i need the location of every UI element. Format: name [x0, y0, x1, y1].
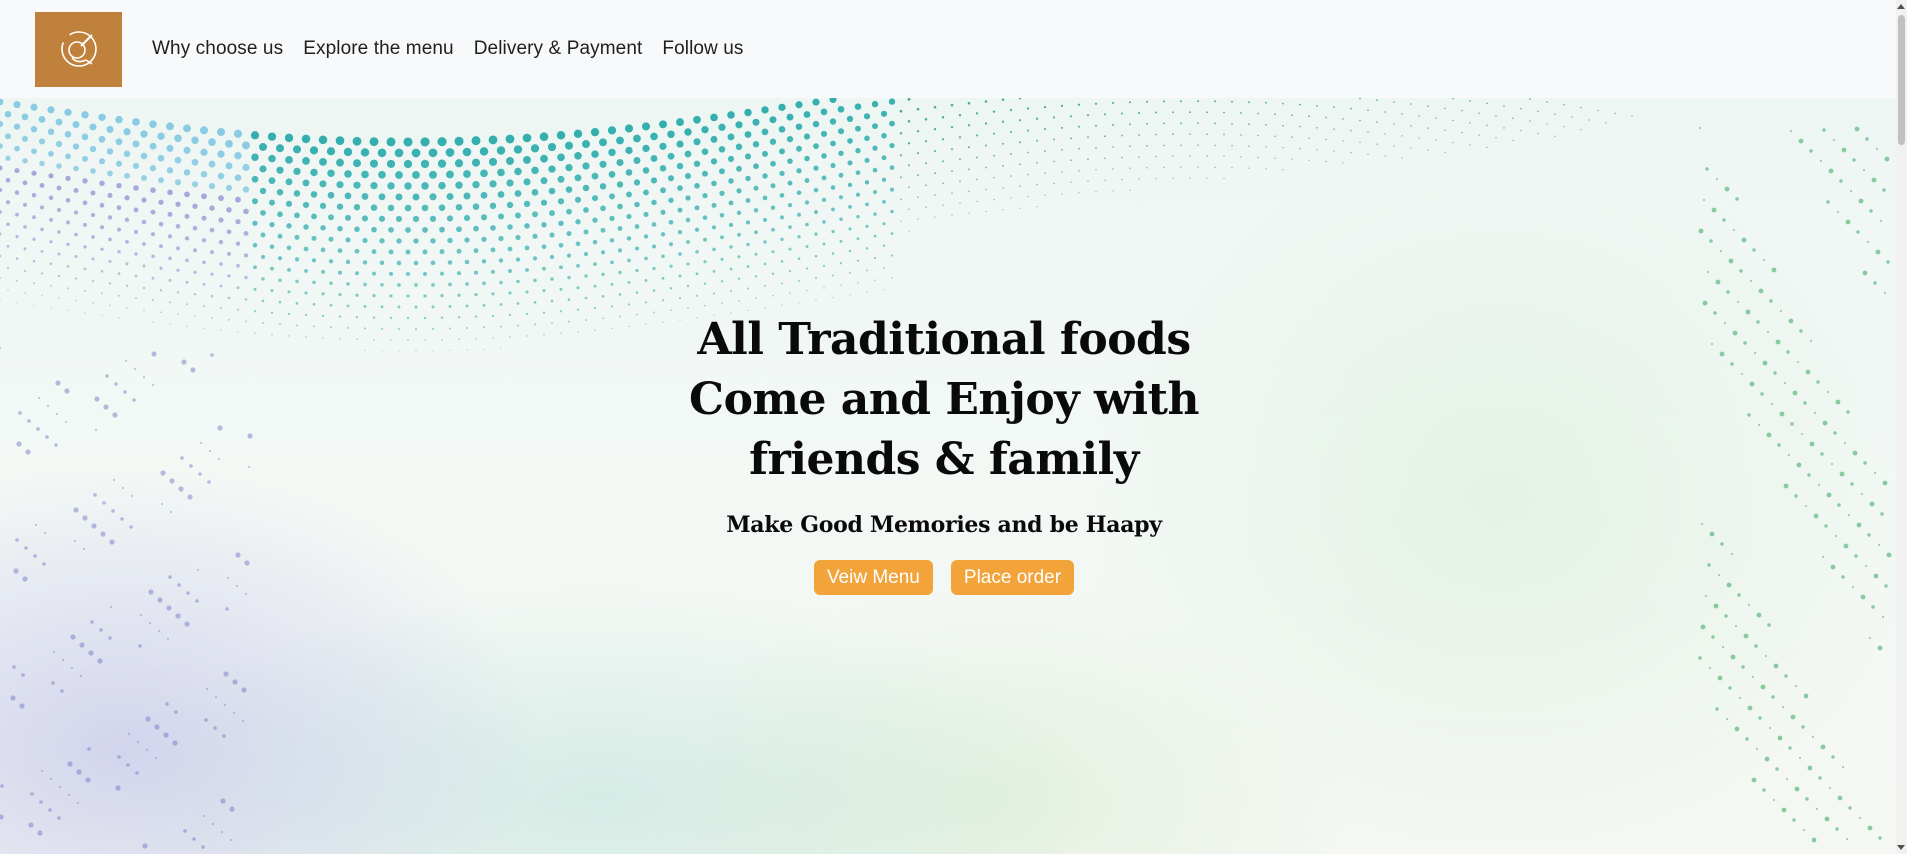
dish-utensils-icon [60, 31, 97, 67]
nav-links: Why choose us Explore the menu Delivery … [142, 38, 754, 60]
navbar: Why choose us Explore the menu Delivery … [0, 0, 1896, 98]
hero-title-line: All Traditional foods [697, 314, 1191, 365]
hero-subtitle: Make Good Memories and be Haapy [726, 512, 1162, 538]
nav-link-follow-us[interactable]: Follow us [652, 38, 753, 60]
hero-content: All Traditional foods Come and Enjoy wit… [0, 310, 1888, 595]
hero-title-line: Come and Enjoy with [689, 374, 1199, 425]
logo[interactable] [35, 11, 122, 87]
view-menu-button[interactable]: Veiw Menu [813, 560, 933, 595]
nav-link-why-choose-us[interactable]: Why choose us [142, 38, 293, 60]
hero-buttons: Veiw Menu Place order [0, 560, 1888, 595]
page: Why choose us Explore the menu Delivery … [0, 0, 1907, 854]
nav-link-delivery-payment[interactable]: Delivery & Payment [464, 38, 653, 60]
hero-title: All Traditional foods Come and Enjoy wit… [684, 310, 1204, 490]
hero-section: All Traditional foods Come and Enjoy wit… [0, 98, 1896, 854]
scroll-thumb[interactable] [1898, 15, 1905, 145]
hero-title-line: friends & family [749, 434, 1139, 485]
nav-link-explore-menu[interactable]: Explore the menu [293, 38, 464, 60]
page-scrollbar[interactable] [1896, 0, 1907, 854]
place-order-button[interactable]: Place order [950, 560, 1075, 595]
scroll-up-arrow-icon[interactable] [1897, 4, 1905, 9]
scroll-down-arrow-icon[interactable] [1897, 845, 1905, 850]
